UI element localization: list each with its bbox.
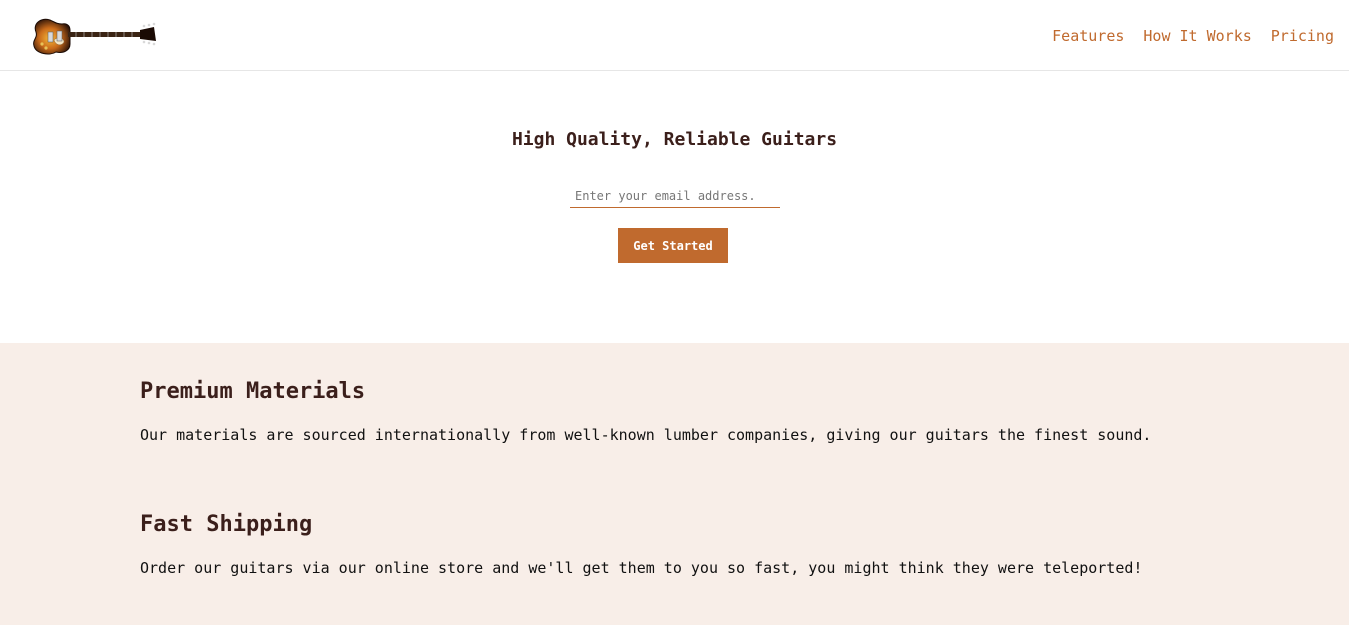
get-started-button[interactable]: Get Started <box>618 228 728 263</box>
main-nav: Features How It Works Pricing <box>1052 26 1334 46</box>
site-header: Features How It Works Pricing <box>0 0 1349 71</box>
feature-fast-shipping: Fast Shipping Order our guitars via our … <box>140 512 1240 577</box>
nav-link-pricing[interactable]: Pricing <box>1271 26 1334 46</box>
nav-link-features[interactable]: Features <box>1052 26 1124 46</box>
guitar-logo[interactable] <box>30 12 158 57</box>
feature-title: Fast Shipping <box>140 512 313 537</box>
feature-text: Our materials are sourced internationall… <box>140 426 1152 444</box>
feature-text: Order our guitars via our online store a… <box>140 559 1143 577</box>
email-input[interactable] <box>570 184 780 208</box>
nav-link-how-it-works[interactable]: How It Works <box>1143 26 1251 46</box>
feature-premium-materials: Premium Materials Our materials are sour… <box>140 379 1240 444</box>
features-section: Premium Materials Our materials are sour… <box>0 343 1349 625</box>
hero-section: High Quality, Reliable Guitars Get Start… <box>0 71 1349 343</box>
feature-title: Premium Materials <box>140 379 366 404</box>
hero-title: High Quality, Reliable Guitars <box>511 129 838 150</box>
